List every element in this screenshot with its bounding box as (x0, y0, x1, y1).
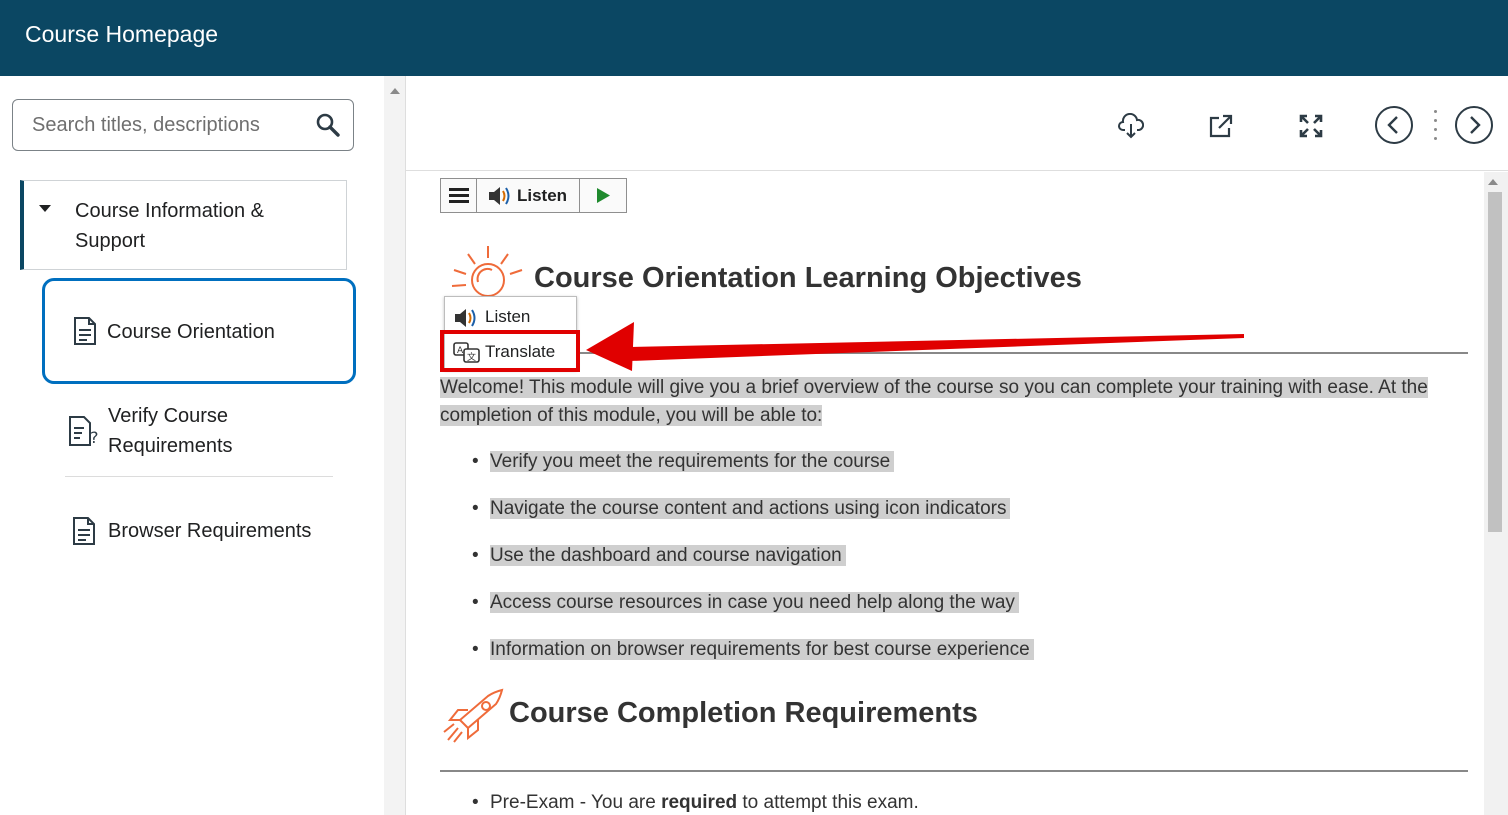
readspeaker-toolbar: Listen (440, 178, 627, 213)
topic-verify-course-requirements[interactable]: ? Verify Course Requirements (68, 401, 338, 463)
section-heading-completion: Course Completion Requirements (509, 697, 978, 729)
previous-topic-button[interactable] (1375, 106, 1413, 144)
objective-item: Navigate the course content and actions … (472, 495, 1011, 523)
rocket-icon (442, 688, 506, 751)
unit-label: Course Information & Support (75, 200, 264, 252)
objective-text: Verify you meet the requirements for the… (490, 451, 895, 472)
next-topic-button[interactable] (1455, 106, 1493, 144)
topic-content: Listen Course Orientation Learning Objec… (406, 172, 1484, 815)
requirement-item: Pre-Exam - You are required to attempt t… (472, 792, 919, 814)
topic-label: Verify Course Requirements (108, 405, 233, 457)
sidebar-scrollbar[interactable] (384, 76, 406, 815)
objective-item: Verify you meet the requirements for the… (472, 448, 895, 476)
scroll-up-icon[interactable] (390, 88, 400, 94)
objective-text: Information on browser requirements for … (490, 639, 1034, 660)
divider (65, 476, 333, 477)
download-cloud-icon[interactable] (1118, 112, 1145, 144)
context-listen-label: Listen (485, 307, 531, 326)
unit-course-information-support[interactable]: Course Information & Support (20, 180, 347, 270)
menu-icon[interactable] (441, 179, 477, 212)
search-input[interactable]: Search titles, descriptions (12, 99, 354, 151)
topic-label: Course Orientation (107, 321, 275, 343)
content-toolbar (406, 76, 1508, 171)
intro-text: Welcome! This module will give you a bri… (440, 377, 1428, 426)
listen-button[interactable]: Listen (517, 186, 567, 206)
heading-rule (440, 770, 1468, 772)
search-icon[interactable] (315, 112, 341, 143)
intro-paragraph: Welcome! This module will give you a bri… (440, 374, 1470, 430)
search-placeholder: Search titles, descriptions (32, 114, 260, 136)
topic-course-orientation[interactable]: Course Orientation (42, 278, 356, 384)
annotation-arrow (586, 322, 1244, 371)
topic-browser-requirements[interactable]: Browser Requirements (72, 516, 342, 548)
objective-item: Use the dashboard and course navigation (472, 542, 846, 570)
scroll-up-icon[interactable] (1488, 179, 1498, 185)
speaker-icon (455, 309, 476, 327)
requirement-suffix: to attempt this exam. (737, 792, 919, 813)
checklist-question-icon: ? (68, 415, 100, 456)
caret-down-icon[interactable] (39, 205, 51, 212)
topic-label: Browser Requirements (108, 520, 312, 542)
separator-dots (1434, 110, 1437, 140)
requirement-bold: required (661, 792, 738, 813)
speaker-icon[interactable] (487, 185, 513, 212)
requirement-prefix: Pre-Exam - You are (490, 792, 662, 813)
annotation-highlight-box (440, 330, 580, 372)
chevron-right-icon (1470, 116, 1481, 134)
top-navbar: Course Homepage (0, 0, 1508, 76)
objective-item: Access course resources in case you need… (472, 589, 1019, 617)
open-external-icon[interactable] (1209, 114, 1233, 143)
page-heading-learning-objectives: Course Orientation Learning Objectives (534, 262, 1082, 294)
fullscreen-icon[interactable] (1299, 114, 1323, 143)
objective-text: Navigate the course content and actions … (490, 498, 1011, 519)
document-icon (72, 516, 96, 555)
document-icon (73, 316, 97, 355)
svg-text:?: ? (90, 428, 99, 447)
play-icon[interactable] (579, 179, 626, 212)
objective-text: Use the dashboard and course navigation (490, 545, 846, 566)
chevron-left-icon (1387, 116, 1398, 134)
objective-text: Access course resources in case you need… (490, 592, 1019, 613)
scrollbar-thumb[interactable] (1488, 192, 1502, 532)
content-scrollbar[interactable] (1484, 172, 1508, 815)
objective-item: Information on browser requirements for … (472, 636, 1034, 664)
context-listen-item[interactable]: Listen (453, 307, 573, 329)
course-homepage-title[interactable]: Course Homepage (25, 21, 218, 48)
